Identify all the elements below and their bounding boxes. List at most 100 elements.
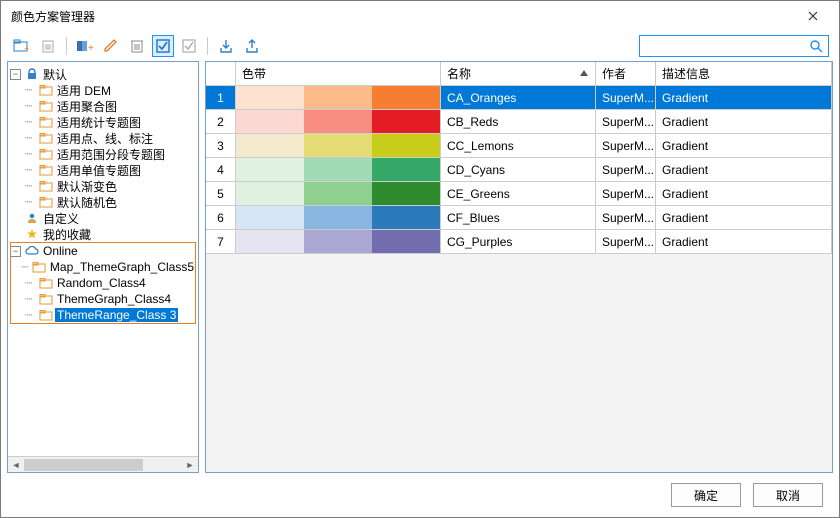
svg-text:+: + xyxy=(24,44,29,54)
row-desc: Gradient xyxy=(656,134,832,158)
tree-leaf[interactable]: ┈适用范围分段专题图 xyxy=(10,146,196,162)
tree-leaf[interactable]: ┈适用点、线、标注 xyxy=(10,130,196,146)
folder-icon xyxy=(39,163,53,177)
scroll-right-icon[interactable]: ► xyxy=(182,458,198,472)
table-row[interactable]: 7 CG_PurplesSuperM...Gradient xyxy=(206,230,832,254)
select-all-button[interactable] xyxy=(152,35,174,57)
folder-icon xyxy=(39,147,53,161)
import-button[interactable] xyxy=(215,35,237,57)
delete-scheme-button[interactable] xyxy=(126,35,148,57)
row-author: SuperM... xyxy=(596,230,656,254)
tree-leaf[interactable]: ┈适用 DEM xyxy=(10,82,196,98)
row-name: CA_Oranges xyxy=(441,86,596,110)
tree-leaf[interactable]: ┈ThemeGraph_Class4 xyxy=(10,291,196,307)
collapse-icon[interactable]: − xyxy=(10,246,21,257)
row-desc: Gradient xyxy=(656,110,832,134)
tree-node-favorites[interactable]: 我的收藏 xyxy=(10,226,196,242)
tree-leaf[interactable]: ┈Random_Class4 xyxy=(10,275,196,291)
scroll-thumb[interactable] xyxy=(24,459,143,471)
row-author: SuperM... xyxy=(596,182,656,206)
color-ramp xyxy=(236,134,441,158)
tree-leaf[interactable]: ┈默认渐变色 xyxy=(10,178,196,194)
row-desc: Gradient xyxy=(656,206,832,230)
collapse-icon[interactable]: − xyxy=(10,69,21,80)
cloud-icon xyxy=(25,244,39,258)
col-ramp[interactable]: 色带 xyxy=(236,62,441,86)
table-row[interactable]: 4CD_CyansSuperM...Gradient xyxy=(206,158,832,182)
table-row[interactable]: 5 CE_GreensSuperM...Gradient xyxy=(206,182,832,206)
color-ramp xyxy=(236,206,441,230)
row-desc: Gradient xyxy=(656,86,832,110)
scroll-left-icon[interactable]: ◄ xyxy=(8,458,24,472)
color-ramp xyxy=(236,86,441,110)
color-ramp xyxy=(236,182,441,206)
window-title: 颜色方案管理器 xyxy=(11,8,95,25)
row-author: SuperM... xyxy=(596,86,656,110)
table-row[interactable]: 6CF_BluesSuperM...Gradient xyxy=(206,206,832,230)
cancel-button[interactable]: 取消 xyxy=(753,483,823,507)
color-ramp xyxy=(236,110,441,134)
row-author: SuperM... xyxy=(596,110,656,134)
row-name: CF_Blues xyxy=(441,206,596,230)
row-desc: Gradient xyxy=(656,230,832,254)
row-index: 7 xyxy=(206,230,236,254)
folder-icon xyxy=(39,131,53,145)
tree-node-default[interactable]: − 默认 xyxy=(10,66,196,82)
row-index: 4 xyxy=(206,158,236,182)
tree-leaf[interactable]: ┈适用聚合图 xyxy=(10,98,196,114)
search-icon[interactable] xyxy=(809,39,823,53)
search-box[interactable] xyxy=(639,35,829,57)
export-button[interactable] xyxy=(241,35,263,57)
row-name: CE_Greens xyxy=(441,182,596,206)
color-ramp xyxy=(236,158,441,182)
col-index[interactable] xyxy=(206,62,236,86)
folder-icon xyxy=(39,195,53,209)
footer: 确定 取消 xyxy=(1,473,839,517)
row-name: CC_Lemons xyxy=(441,134,596,158)
folder-icon xyxy=(39,83,53,97)
ok-button[interactable]: 确定 xyxy=(671,483,741,507)
delete-folder-button[interactable] xyxy=(37,35,59,57)
star-icon xyxy=(25,227,39,241)
folder-icon xyxy=(32,260,46,274)
separator xyxy=(207,37,208,55)
tree-panel: − 默认 ┈适用 DEM┈适用聚合图┈适用统计专题图┈适用点、线、标注┈适用范围… xyxy=(7,61,199,473)
folder-icon xyxy=(39,99,53,113)
toolbar: + + xyxy=(1,31,839,61)
row-index: 5 xyxy=(206,182,236,206)
tree-node-custom[interactable]: 自定义 xyxy=(10,210,196,226)
folder-icon xyxy=(39,276,53,290)
close-button[interactable] xyxy=(793,4,833,28)
new-folder-button[interactable]: + xyxy=(11,35,33,57)
table-row[interactable]: 2CB_RedsSuperM...Gradient xyxy=(206,110,832,134)
tree-leaf[interactable]: ┈ThemeRange_Class 3 xyxy=(10,307,196,323)
tree-leaf[interactable]: ┈适用单值专题图 xyxy=(10,162,196,178)
row-name: CB_Reds xyxy=(441,110,596,134)
edit-scheme-button[interactable] xyxy=(100,35,122,57)
table-body: 1CA_OrangesSuperM...Gradient2CB_RedsSupe… xyxy=(206,86,832,254)
row-name: CD_Cyans xyxy=(441,158,596,182)
tree-leaf[interactable]: ┈Map_ThemeGraph_Class5 xyxy=(10,259,196,275)
new-scheme-button[interactable]: + xyxy=(74,35,96,57)
col-name[interactable]: 名称 xyxy=(441,62,596,86)
table-row[interactable]: 1CA_OrangesSuperM...Gradient xyxy=(206,86,832,110)
table-row[interactable]: 3 CC_LemonsSuperM...Gradient xyxy=(206,134,832,158)
row-index: 3 xyxy=(206,134,236,158)
col-desc[interactable]: 描述信息 xyxy=(656,62,832,86)
col-author[interactable]: 作者 xyxy=(596,62,656,86)
tree-node-online[interactable]: − Online xyxy=(10,243,196,259)
folder-icon xyxy=(39,115,53,129)
lock-icon xyxy=(25,67,39,81)
horizontal-scrollbar[interactable]: ◄ ► xyxy=(8,456,198,472)
row-author: SuperM... xyxy=(596,134,656,158)
color-ramp xyxy=(236,230,441,254)
titlebar: 颜色方案管理器 xyxy=(1,1,839,31)
table-header: 色带 名称 作者 描述信息 xyxy=(206,62,832,86)
tree-leaf[interactable]: ┈默认随机色 xyxy=(10,194,196,210)
search-input[interactable] xyxy=(645,39,809,53)
row-name: CG_Purples xyxy=(441,230,596,254)
svg-text:+: + xyxy=(88,43,94,54)
tree-leaf[interactable]: ┈适用统计专题图 xyxy=(10,114,196,130)
deselect-all-button[interactable] xyxy=(178,35,200,57)
row-desc: Gradient xyxy=(656,182,832,206)
